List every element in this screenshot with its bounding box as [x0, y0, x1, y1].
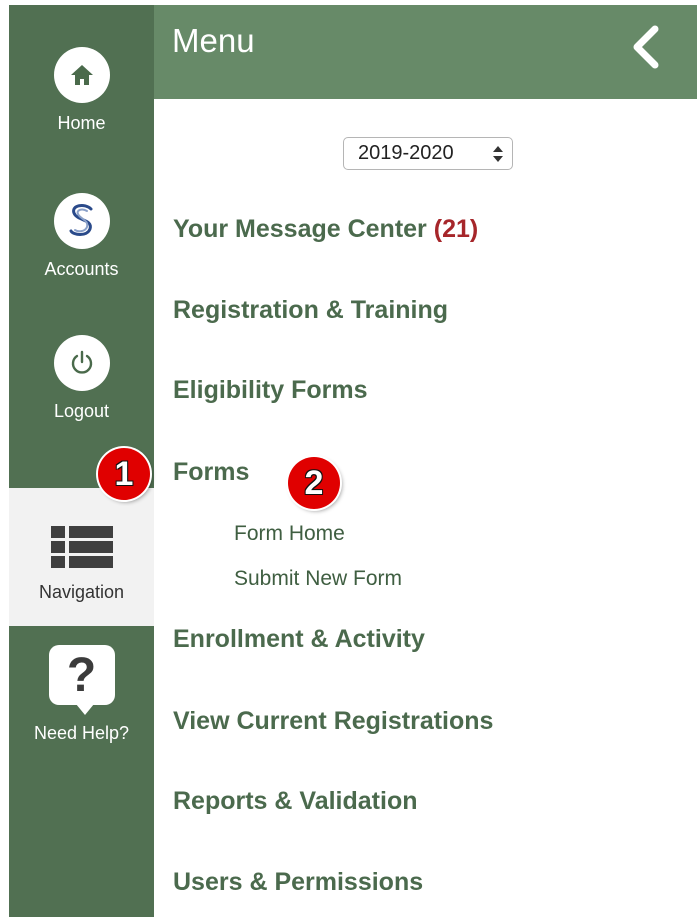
menu-item-view-current-registrations[interactable]: View Current Registrations: [173, 706, 493, 736]
sidebar-item-navigation[interactable]: Navigation: [9, 488, 154, 626]
home-icon: [70, 65, 93, 85]
app-root: Home Accounts Logout Navigation ? Need H…: [0, 0, 697, 917]
menu-header: Menu: [154, 5, 697, 99]
logout-button-circle: [53, 335, 110, 391]
sidebar-item-label: Need Help?: [33, 723, 130, 743]
menu-item-forms[interactable]: Forms: [173, 457, 249, 487]
annotation-badge-2: 2: [288, 457, 340, 509]
annotation-badge-1: 1: [98, 448, 150, 500]
submenu-item-form-home[interactable]: Form Home: [234, 521, 345, 547]
message-count: (21): [433, 215, 479, 243]
menu-item-label: Your Message Center: [173, 215, 427, 243]
accounts-logo-icon: [69, 204, 92, 236]
sidebar-item-accounts[interactable]: Accounts: [9, 193, 154, 279]
menu-item-reports-validation[interactable]: Reports & Validation: [173, 786, 417, 816]
page-title: Menu: [172, 22, 255, 59]
accounts-button-circle: [53, 193, 110, 249]
menu-item-message-center[interactable]: Your Message Center (21): [173, 214, 478, 244]
menu-item-enrollment-activity[interactable]: Enrollment & Activity: [173, 624, 425, 654]
menu-item-users-permissions[interactable]: Users & Permissions: [173, 867, 423, 897]
menu-item-eligibility-forms[interactable]: Eligibility Forms: [173, 375, 367, 405]
menu-item-registration-training[interactable]: Registration & Training: [173, 295, 448, 325]
power-icon: [71, 350, 92, 374]
select-arrows-icon: [493, 146, 503, 162]
collapse-menu-button[interactable]: [627, 25, 667, 69]
chevron-left-icon: [633, 25, 659, 69]
sidebar-item-label: Navigation: [38, 582, 125, 602]
question-bubble-icon: ?: [48, 645, 115, 715]
sidebar-item-home[interactable]: Home: [9, 47, 154, 133]
submenu-item-submit-new-form[interactable]: Submit New Form: [234, 566, 402, 592]
year-select[interactable]: 2019-2020: [343, 137, 513, 170]
sidebar-item-label: Logout: [53, 401, 110, 421]
sidebar-item-label: Home: [57, 113, 106, 133]
sidebar-item-help[interactable]: ? Need Help?: [9, 645, 154, 743]
home-button-circle: [53, 47, 110, 103]
list-icon: [50, 526, 113, 568]
year-select-value: 2019-2020: [358, 142, 454, 164]
sidebar-item-logout[interactable]: Logout: [9, 335, 154, 421]
sidebar-item-label: Accounts: [44, 259, 119, 279]
